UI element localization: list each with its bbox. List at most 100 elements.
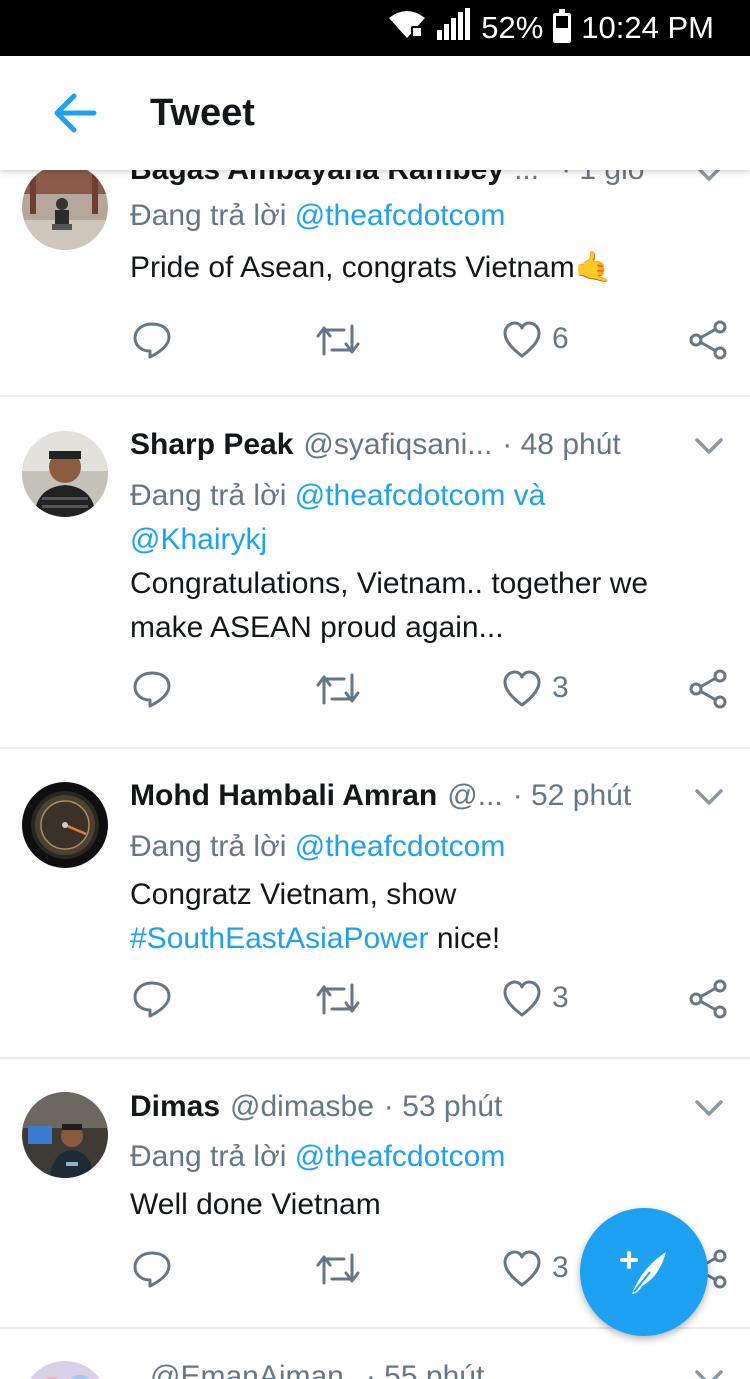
reply-conjunction: và: [505, 479, 546, 512]
like-button[interactable]: [502, 669, 542, 709]
clock: 10:24 PM: [581, 10, 714, 45]
share-button[interactable]: [688, 320, 728, 360]
author-name[interactable]: Sharp Peak: [130, 428, 293, 462]
like-button[interactable]: [502, 979, 542, 1019]
author-name[interactable]: Mohd Hambali Amran: [130, 779, 437, 813]
reply-icon: [133, 981, 171, 1018]
tweet-text-content: Pride of Asean, congrats Vietnam: [130, 251, 575, 284]
tweet-time: · 48 phút: [502, 428, 621, 461]
tweet-header: @EmanAiman · 55 phút: [150, 1357, 730, 1379]
share-icon: [689, 669, 727, 709]
author-handle[interactable]: @EmanAiman: [150, 1360, 344, 1379]
mention-link[interactable]: @theafcdotcom: [295, 479, 506, 512]
author-handle[interactable]: @syafiqsani...: [303, 428, 492, 462]
reply-button[interactable]: [132, 320, 172, 360]
tweet-text-content: Well done Vietnam: [130, 1188, 381, 1221]
tweet-menu-button[interactable]: [694, 170, 724, 184]
share-button[interactable]: [688, 979, 728, 1019]
avatar[interactable]: [22, 782, 108, 868]
avatar[interactable]: [22, 1092, 108, 1178]
retweet-icon: [316, 673, 360, 705]
chevron-down-icon: [695, 438, 723, 454]
chevron-down-icon: [695, 789, 723, 805]
tweet-menu-button[interactable]: [694, 788, 724, 808]
share-icon: [689, 320, 727, 360]
avatar[interactable]: [22, 431, 108, 517]
tweet-time: · 1 giờ: [561, 170, 647, 187]
author-name[interactable]: Dimas: [130, 1090, 220, 1124]
like-count: 3: [552, 671, 569, 704]
retweet-button[interactable]: [316, 320, 360, 360]
tweet-text: Congratz Vietnam, show #SouthEastAsiaPow…: [130, 873, 720, 961]
compose-tweet-button[interactable]: [580, 1208, 708, 1336]
tweet-text-line-2: make ASEAN proud again...: [130, 611, 504, 644]
app-bar: Tweet: [0, 56, 750, 170]
reply-button[interactable]: [132, 979, 172, 1019]
like-count: 3: [552, 981, 569, 1014]
retweet-icon: [316, 983, 360, 1015]
tweet-item[interactable]: @EmanAiman · 55 phút: [0, 1329, 750, 1379]
reply-context: Đang trả lời @theafcdotcom và @Khairykj: [130, 474, 720, 562]
reply-context: Đang trả lời @theafcdotcom: [130, 194, 720, 238]
reply-icon: [133, 322, 171, 359]
retweet-button[interactable]: [316, 669, 360, 709]
mention-link[interactable]: @theafcdotcom: [295, 830, 506, 863]
call-me-hand-emoji: 🤙: [574, 251, 613, 284]
retweet-icon: [316, 324, 360, 356]
arrow-left-icon: [54, 93, 97, 133]
like-button[interactable]: [502, 1249, 542, 1289]
reply-prefix: Đang trả lời: [130, 199, 295, 232]
mention-link-2[interactable]: @Khairykj: [130, 523, 267, 556]
tweet-item[interactable]: Sharp Peak @syafiqsani... · 48 phút Đang…: [0, 397, 750, 749]
tweet-text-tail: nice!: [428, 922, 501, 955]
tweet-header: Bagas Ambayana Rambey ... · 1 giờ: [130, 170, 730, 190]
avatar[interactable]: [22, 170, 108, 250]
reply-prefix: Đang trả lời: [130, 830, 295, 863]
author-handle[interactable]: @...: [447, 779, 502, 813]
like-count: 3: [552, 1251, 569, 1284]
battery-percent: 52%: [481, 10, 544, 45]
status-bar-right: 52% 10:24 PM: [387, 8, 714, 48]
compose-tweet-icon: [620, 1251, 666, 1294]
share-icon: [689, 979, 727, 1019]
battery-icon: [553, 9, 572, 43]
tweet-time: · 52 phút: [512, 779, 632, 812]
tweet-item[interactable]: Bagas Ambayana Rambey ... · 1 giờ Đang t…: [0, 170, 750, 397]
retweet-button[interactable]: [316, 1249, 360, 1289]
like-count: 6: [552, 322, 569, 355]
like-button[interactable]: [502, 320, 542, 360]
tweet-header: Sharp Peak @syafiqsani... · 48 phút: [130, 425, 730, 465]
author-name[interactable]: Bagas Ambayana Rambey: [130, 170, 504, 187]
chevron-down-icon: [697, 170, 721, 181]
tweet-text: Congratulations, Vietnam.. together we m…: [130, 562, 720, 650]
author-handle[interactable]: @dimasbe: [230, 1090, 374, 1124]
status-bar: 52% 10:24 PM: [0, 0, 750, 56]
back-button[interactable]: [50, 90, 100, 136]
tweet-menu-button[interactable]: [694, 1369, 724, 1379]
chevron-down-icon: [695, 1370, 723, 1379]
tweet-menu-button[interactable]: [694, 1099, 724, 1119]
tweet-text: Pride of Asean, congrats Vietnam🤙: [130, 246, 720, 290]
reply-context: Đang trả lời @theafcdotcom: [130, 1135, 720, 1179]
mention-link[interactable]: @theafcdotcom: [295, 1140, 506, 1173]
retweet-button[interactable]: [316, 979, 360, 1019]
tweet-item[interactable]: Mohd Hambali Amran @... · 52 phút Đang t…: [0, 749, 750, 1059]
heart-icon: [503, 321, 541, 358]
reply-button[interactable]: [132, 1249, 172, 1289]
tweet-time: · 53 phút: [383, 1090, 503, 1123]
share-button[interactable]: [688, 669, 728, 709]
retweet-icon: [316, 1253, 360, 1285]
tweet-header: Dimas @dimasbe · 53 phút: [130, 1087, 730, 1127]
page-title: Tweet: [150, 92, 255, 134]
hashtag-link[interactable]: #SouthEastAsiaPower: [130, 922, 429, 955]
author-handle[interactable]: ...: [514, 170, 539, 187]
mention-link[interactable]: @theafcdotcom: [295, 199, 506, 232]
avatar[interactable]: [22, 1361, 108, 1379]
tweet-menu-button[interactable]: [694, 437, 724, 457]
signal-icon: [437, 8, 471, 48]
reply-button[interactable]: [132, 669, 172, 709]
tweet-text-line-1: Congratulations, Vietnam.. together we: [130, 567, 649, 600]
reply-icon: [133, 1251, 171, 1288]
heart-icon: [503, 1250, 541, 1287]
reply-context: Đang trả lời @theafcdotcom: [130, 825, 720, 869]
